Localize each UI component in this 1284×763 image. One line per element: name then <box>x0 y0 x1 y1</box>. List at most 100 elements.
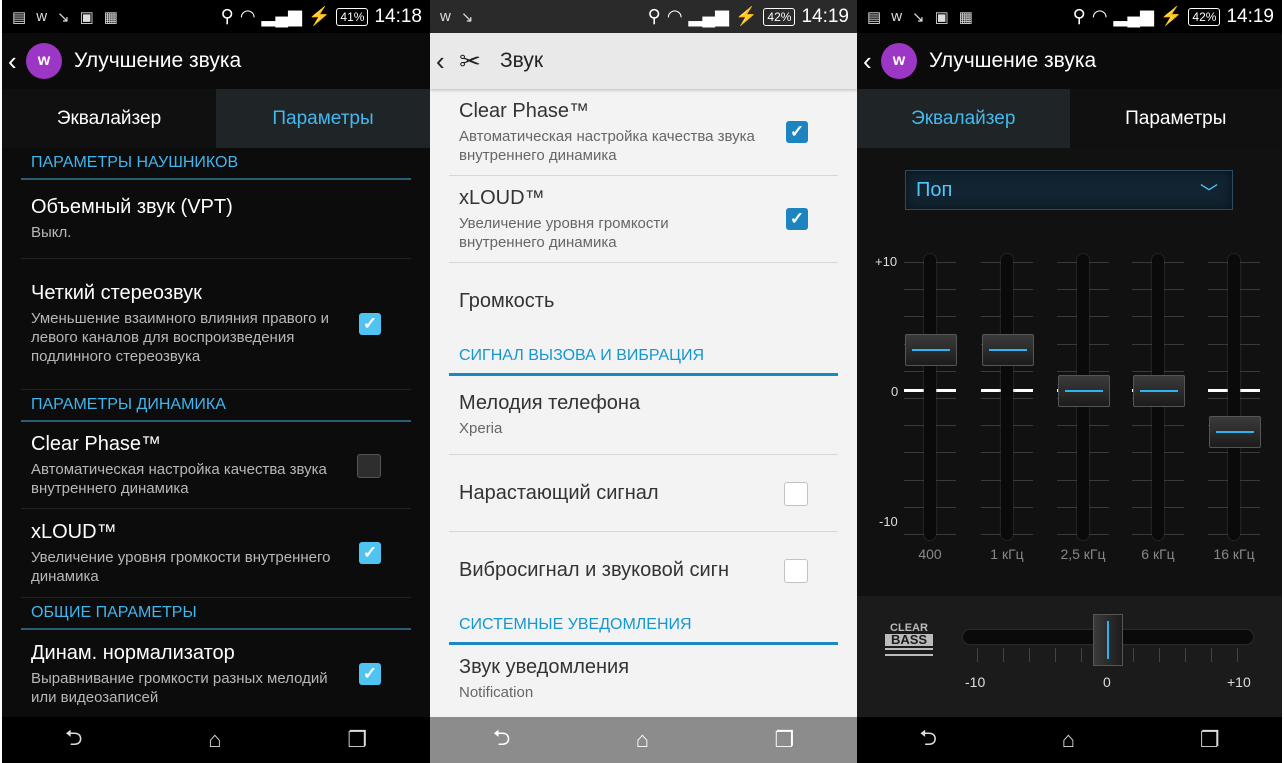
setting-title: Громкость <box>459 289 555 312</box>
preset-value: Поп <box>916 178 953 201</box>
vibrate-and-ring-checkbox[interactable] <box>784 559 808 583</box>
settings-list: Clear Phase™ Автоматическая настройка ка… <box>430 89 857 717</box>
eq-band-track[interactable] <box>924 254 936 540</box>
walkman-app-icon[interactable]: w <box>881 43 917 79</box>
setting-ascending-ring[interactable]: Нарастающий сигнал <box>449 455 838 532</box>
navigation-bar: ⮌ ⌂ ❐ <box>430 717 857 763</box>
eq-band-handle[interactable] <box>1133 375 1185 407</box>
tab-equalizer[interactable]: Эквалайзер <box>2 89 216 148</box>
clear-bass-tick <box>1185 648 1186 662</box>
setting-summary: Xperia <box>459 420 503 437</box>
recent-apps-icon[interactable]: ❐ <box>775 727 795 753</box>
battery-level: 41% <box>336 7 369 26</box>
recent-apps-icon[interactable]: ❐ <box>347 727 367 753</box>
setting-notification-sound[interactable]: Звук уведомления Notification <box>449 645 838 713</box>
home-icon[interactable]: ⌂ <box>636 727 649 753</box>
setting-clear-stereo[interactable]: Четкий стереозвук Уменьшение взаимного в… <box>21 259 411 390</box>
battery-level: 42% <box>763 7 796 26</box>
setting-clear-phase[interactable]: Clear Phase™ Автоматическая настройка ка… <box>449 89 838 176</box>
dynamic-normalizer-checkbox[interactable]: ✓ <box>359 663 381 685</box>
setting-title: Динам. нормализатор <box>31 641 235 664</box>
setting-vpt[interactable]: Объемный звук (VPT) Выкл. <box>21 180 411 259</box>
setting-xloud[interactable]: xLOUD™ Увеличение уровня громкости внутр… <box>449 176 838 263</box>
signal-icon: ▂▄▆ <box>1113 6 1154 26</box>
setting-dynamic-normalizer[interactable]: Динам. нормализатор Выравнивание громкос… <box>21 630 411 718</box>
home-icon[interactable]: ⌂ <box>1062 727 1075 753</box>
page-title: Звук <box>500 49 544 72</box>
eq-band-label: 1 кГц <box>990 546 1024 562</box>
setting-ringtone[interactable]: Мелодия телефона Xperia <box>449 376 838 455</box>
clear-bass-tick <box>1237 648 1238 662</box>
image-icon: ▣ <box>79 8 94 26</box>
home-icon[interactable]: ⌂ <box>208 727 221 753</box>
clock: 14:18 <box>374 5 422 27</box>
clear-phase-checkbox[interactable]: ✓ <box>786 121 808 143</box>
tools-icon[interactable]: ✂ <box>452 43 488 79</box>
eq-band-label: 16 кГц <box>1213 546 1255 562</box>
settings-list: ПАРАМЕТРЫ НАУШНИКОВ Объемный звук (VPT) … <box>2 148 430 717</box>
eq-band-handle[interactable] <box>1058 375 1110 407</box>
back-chevron-icon[interactable]: ‹ <box>430 46 450 77</box>
clear-bass-panel: CLEAR BASS -10 0 +10 <box>857 596 1282 717</box>
setting-title: Мелодия телефона <box>459 392 641 414</box>
notification-icon: ▤ <box>12 8 27 26</box>
setting-xloud[interactable]: xLOUD™ Увеличение уровня громкости внутр… <box>21 509 411 598</box>
wifi-icon: ◠ <box>1091 6 1108 26</box>
tab-parameters[interactable]: Параметры <box>1069 89 1282 148</box>
xloud-checkbox[interactable]: ✓ <box>359 542 381 564</box>
scale-top-label: +10 <box>875 254 898 269</box>
walkman-app-icon[interactable]: w <box>26 43 62 79</box>
clear-stereo-checkbox[interactable]: ✓ <box>359 313 381 335</box>
back-icon[interactable]: ⮌ <box>65 721 83 759</box>
clear-bass-tick <box>1133 648 1134 662</box>
chevron-down-icon: ﹀ <box>1200 183 1218 203</box>
clear-bass-tick <box>977 648 978 662</box>
setting-clear-phase[interactable]: Clear Phase™ Автоматическая настройка ка… <box>21 422 411 509</box>
bag-icon: ▦ <box>103 8 118 26</box>
preset-dropdown[interactable]: Поп ﹀ <box>905 170 1233 210</box>
section-header-headphones: ПАРАМЕТРЫ НАУШНИКОВ <box>21 148 411 180</box>
eq-band-label: 6 кГц <box>1141 546 1175 562</box>
setting-title: Звук уведомления <box>459 656 630 678</box>
clear-bass-slider-handle[interactable] <box>1093 614 1123 666</box>
setting-vibrate-and-ring[interactable]: Вибросигнал и звуковой сигн <box>449 532 838 608</box>
equalizer: +10 0 -10 400 1 кГц 2,5 кГц 6 кГц 16 кГц <box>857 240 1282 580</box>
back-chevron-icon[interactable]: ‹ <box>857 46 877 77</box>
eq-band-handle[interactable] <box>1209 415 1261 448</box>
section-header-general: ОБЩИЕ ПАРАМЕТРЫ <box>21 598 411 630</box>
navigation-bar: ⮌ ⌂ ❐ <box>2 717 430 763</box>
clear-bass-max-label: +10 <box>1227 674 1251 690</box>
eq-band-handle[interactable] <box>905 334 957 367</box>
setting-title: Четкий стереозвук <box>31 282 202 304</box>
setting-title: Объемный звук (VPT) <box>31 196 233 218</box>
tab-parameters[interactable]: Параметры <box>216 89 430 148</box>
equalizer-screen: ▤ w ↘ ▣ ▦ ⚲ ◠ ▂▄▆ ⚡ 42% 14:19 ‹ w Улучше… <box>857 0 1282 763</box>
eq-band-track[interactable] <box>1001 254 1013 540</box>
scale-zero-label: 0 <box>891 384 899 399</box>
signal-icon: ▂▄▆ <box>261 6 302 26</box>
back-icon[interactable]: ⮌ <box>493 721 511 759</box>
clear-bass-tick <box>1211 648 1212 662</box>
tab-equalizer[interactable]: Эквалайзер <box>857 89 1070 148</box>
battery-level: 42% <box>1188 7 1221 26</box>
walkman-notification-icon: w <box>36 7 48 25</box>
back-icon[interactable]: ⮌ <box>919 721 937 759</box>
eq-band-handle[interactable] <box>982 334 1034 367</box>
back-chevron-icon[interactable]: ‹ <box>2 46 22 77</box>
walkman-notification-icon: w <box>440 7 451 25</box>
xloud-checkbox[interactable]: ✓ <box>786 208 808 230</box>
bag-icon: ▦ <box>958 8 973 26</box>
setting-summary: Увеличение уровня громкости внутреннего … <box>31 548 331 585</box>
section-header-system-notifications: СИСТЕМНЫЕ УВЕДОМЛЕНИЯ <box>449 608 838 645</box>
clear-bass-tick <box>1159 648 1160 662</box>
notification-icon: ▤ <box>867 8 882 26</box>
location-icon: ⚲ <box>647 6 661 26</box>
recent-apps-icon[interactable]: ❐ <box>1200 727 1220 753</box>
eq-band-track[interactable] <box>1228 254 1240 540</box>
clear-bass-tick <box>1003 648 1004 662</box>
setting-volume[interactable]: Громкость <box>449 263 838 339</box>
page-title: Улучшение звука <box>74 49 242 72</box>
ascending-ring-checkbox[interactable] <box>784 482 808 506</box>
action-bar: ‹ ✂ Звук <box>430 33 857 89</box>
clear-phase-checkbox[interactable] <box>357 454 381 478</box>
